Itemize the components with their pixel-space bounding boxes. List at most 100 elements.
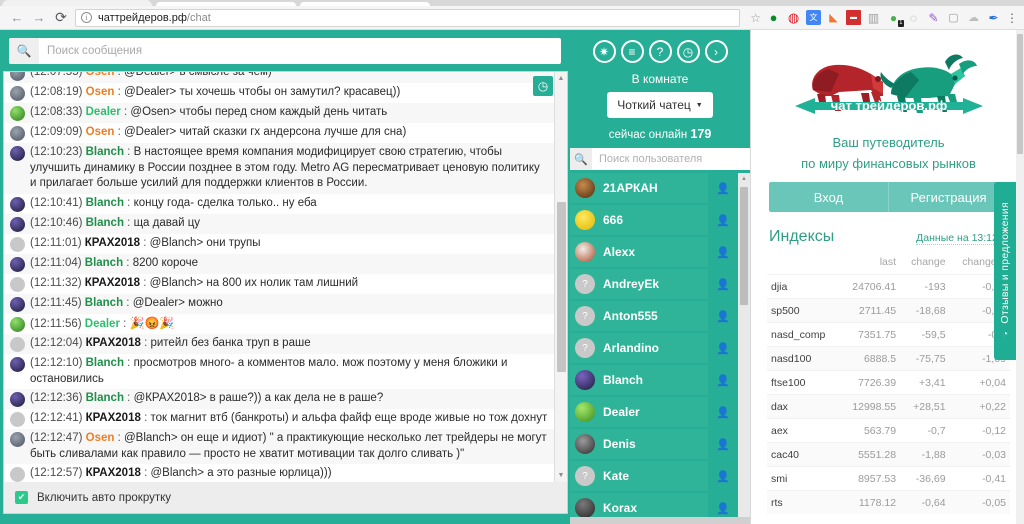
message-author[interactable]: Blanch [86, 357, 124, 369]
room-selector[interactable]: Чоткий чатец ▼ [607, 92, 713, 118]
user-search-input[interactable] [592, 153, 750, 165]
feedback-tab[interactable]: Отзывы и предложения ◔ [994, 182, 1016, 360]
message-author[interactable]: Osen [86, 126, 115, 138]
message-author[interactable]: Blanch [85, 257, 123, 269]
user-list-item[interactable]: Denis 👤 [570, 429, 738, 459]
message-author[interactable]: КРАХ2018 [86, 412, 141, 424]
message-author[interactable]: Osen [86, 86, 115, 98]
message-author[interactable]: Blanch [86, 217, 124, 229]
scrollbar-thumb[interactable] [740, 187, 748, 305]
user-list-item[interactable]: Dealer 👤 [570, 397, 738, 427]
chat-message[interactable]: (12:12:36) Blanch : @КРАХ2018> в раше?))… [4, 389, 554, 409]
user-list-item[interactable]: ? Kate 👤 [570, 461, 738, 491]
user-list-item[interactable]: Blanch 👤 [570, 365, 738, 395]
red-block-extension[interactable]: ▬ [846, 10, 861, 25]
chat-message[interactable]: (12:12:57) КРАХ2018 : @Blanch> а это раз… [4, 464, 554, 482]
message-author[interactable]: Blanch [86, 392, 124, 404]
person-icon[interactable]: 👤 [708, 493, 738, 517]
sidebar-scrollbar[interactable] [1016, 30, 1024, 524]
opera-red-extension[interactable]: ◍ [786, 10, 801, 25]
scroll-up-arrow-icon[interactable]: ▲ [555, 72, 567, 85]
speech-bubble-extension[interactable]: ◌ [906, 10, 921, 25]
help-question-icon[interactable]: ? [648, 40, 672, 63]
message-author[interactable]: Dealer [85, 318, 120, 330]
user-list-item[interactable]: 666 👤 [570, 205, 738, 235]
opera-green-extension[interactable]: ● [766, 10, 781, 25]
person-icon[interactable]: 👤 [708, 429, 738, 459]
browser-tab[interactable] [2, 0, 152, 6]
reload-icon[interactable]: ⟳ [50, 7, 72, 29]
message-author[interactable]: Blanch [86, 146, 124, 158]
message-author[interactable]: Dealer [86, 106, 121, 118]
horizontal-scrollbar[interactable] [570, 517, 750, 524]
chat-message[interactable]: (12:11:04) Blanch : 8200 короче [4, 253, 554, 274]
chat-message[interactable]: (12:11:45) Blanch : @Dealer> можно [4, 293, 554, 314]
user-list-inner[interactable]: 21АРКАН 👤 666 👤 Alexx 👤? AndreyEk 👤? Anton555 👤? A… [570, 173, 738, 517]
clock-icon[interactable]: ◷ [533, 76, 553, 96]
user-search-box[interactable]: 🔍 [570, 148, 750, 170]
star-icon[interactable]: ☆ [750, 11, 761, 25]
chat-message[interactable]: (12:12:04) КРАХ2018 : ритейл без банка т… [4, 334, 554, 354]
chat-message[interactable]: (12:07:55) Osen : @Dealer> в смысле за ч… [4, 72, 554, 83]
user-list-item[interactable]: ? Anton555 👤 [570, 301, 738, 331]
user-list-scrollbar[interactable]: ▲ [738, 173, 750, 517]
person-icon[interactable]: 👤 [708, 461, 738, 491]
chat-message[interactable]: (12:11:56) Dealer : 🎉😡🎉 [4, 313, 554, 334]
scrollbar-thumb[interactable] [557, 202, 566, 372]
chat-message[interactable]: (12:09:09) Osen : @Dealer> читай сказки … [4, 123, 554, 143]
user-list-item[interactable]: 21АРКАН 👤 [570, 173, 738, 203]
eyedropper-extension[interactable]: ✒ [986, 10, 1001, 25]
chat-search-box[interactable]: 🔍 [9, 38, 561, 64]
history-clock-icon[interactable]: ◷ [676, 40, 700, 63]
person-icon[interactable]: 👤 [708, 237, 738, 267]
message-author[interactable]: Blanch [86, 197, 124, 209]
pen-extension[interactable]: ✎ [926, 10, 941, 25]
chat-message[interactable]: (12:12:41) КРАХ2018 : ток магнит втб (ба… [4, 409, 554, 429]
user-list-item[interactable]: Alexx 👤 [570, 237, 738, 267]
message-author[interactable]: КРАХ2018 [86, 467, 141, 479]
message-author[interactable]: КРАХ2018 [85, 237, 140, 249]
person-icon[interactable]: 👤 [708, 397, 738, 427]
megaphone-extension[interactable]: ◣ [826, 10, 841, 25]
chat-message[interactable]: (12:12:10) Blanch : просмотров много- а … [4, 354, 554, 389]
scrollbar-thumb[interactable] [1017, 34, 1023, 154]
address-bar[interactable]: i чаттрейдеров.рф/chat [75, 8, 741, 27]
message-author[interactable]: Osen [86, 72, 115, 78]
bars-extension[interactable]: ▥ [866, 10, 881, 25]
collapse-chevron-icon[interactable]: › [704, 40, 728, 63]
browser-tab[interactable] [156, 2, 296, 6]
chat-message[interactable]: (12:08:19) Osen : @Dealer> ты хочешь что… [4, 83, 554, 103]
chat-scrollbar[interactable]: ▲ ▼ [554, 72, 567, 482]
person-icon[interactable]: 👤 [708, 333, 738, 363]
user-list-item[interactable]: Korax 👤 [570, 493, 738, 517]
chat-message[interactable]: (12:11:32) КРАХ2018 : @Blanch> на 800 их… [4, 273, 554, 294]
person-icon[interactable]: 👤 [708, 301, 738, 331]
user-list-item[interactable]: ? AndreyEk 👤 [570, 269, 738, 299]
three-dots-icon[interactable]: ⋮ [1006, 12, 1018, 24]
autoscroll-row[interactable]: ✔ Включить авто прокрутку [3, 482, 568, 514]
autoscroll-checkbox[interactable]: ✔ [15, 491, 28, 504]
register-button[interactable]: Регистрация [888, 182, 1008, 212]
message-author[interactable]: Osen [86, 432, 115, 444]
back-arrow-icon[interactable]: ← [6, 7, 28, 29]
person-icon[interactable]: 👤 [708, 269, 738, 299]
chat-message[interactable]: (12:10:23) Blanch : В настоящее время ко… [4, 143, 554, 194]
chat-message[interactable]: (12:11:01) КРАХ2018 : @Blanch> они трупы [4, 233, 554, 254]
person-icon[interactable]: 👤 [708, 205, 738, 235]
user-list-item[interactable]: ? Arlandino 👤 [570, 333, 738, 363]
scroll-down-arrow-icon[interactable]: ▼ [555, 469, 567, 482]
message-author[interactable]: Blanch [85, 297, 123, 309]
forward-arrow-icon[interactable]: → [28, 7, 50, 29]
chat-message[interactable]: (12:10:41) Blanch : концу года- сделка т… [4, 193, 554, 214]
menu-lines-icon[interactable]: ≡ [620, 40, 644, 63]
chat-message[interactable]: (12:08:33) Dealer : @Osen> чтобы перед с… [4, 103, 554, 123]
chat-search-input[interactable] [39, 39, 561, 63]
login-button[interactable]: Вход [769, 182, 888, 212]
message-author[interactable]: КРАХ2018 [85, 277, 140, 289]
person-icon[interactable]: 👤 [708, 173, 738, 203]
info-icon[interactable]: i [81, 12, 92, 23]
person-icon[interactable]: 👤 [708, 365, 738, 395]
settings-gear-icon[interactable]: ✷ [592, 40, 616, 63]
message-author[interactable]: КРАХ2018 [86, 337, 141, 349]
scroll-up-arrow-icon[interactable]: ▲ [738, 173, 750, 185]
